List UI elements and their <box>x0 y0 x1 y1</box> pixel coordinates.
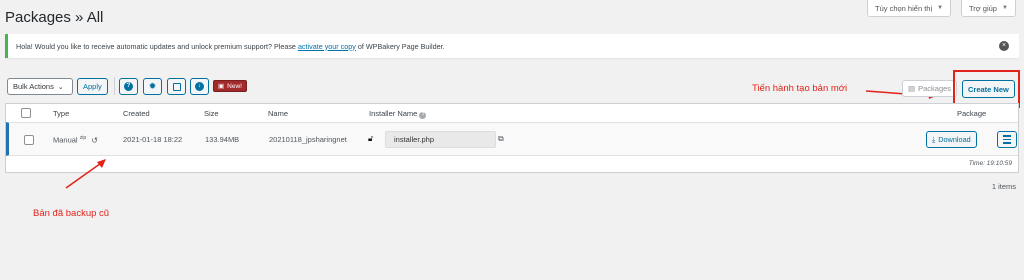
screen-options-label: Tùy chọn hiển thị <box>875 3 933 13</box>
row-menu-button[interactable] <box>997 131 1017 148</box>
apply-button[interactable]: Apply <box>77 78 108 95</box>
templates-icon-button[interactable] <box>167 78 186 95</box>
items-count: 1 items <box>991 182 1016 191</box>
packages-tab-label: Packages <box>918 84 952 93</box>
table-time: Time: 19:10:59 <box>968 160 1012 167</box>
column-installer-name: Installer Name ? <box>369 109 427 119</box>
notice-text-after: of WPBakery Page Builder. <box>357 41 445 51</box>
undo-icon: ↺ <box>91 135 98 145</box>
gift-icon: ▣ <box>218 83 225 90</box>
create-new-annotation: Tiến hành tạo bản mới <box>752 83 848 94</box>
row-created: 2021-01-18 18:22 <box>123 135 183 144</box>
download-label: Download <box>938 135 971 144</box>
download-icon: ⤓ <box>932 134 936 144</box>
packages-tab-button[interactable]: ▤ Packages <box>902 80 958 97</box>
list-icon: ▤ <box>908 84 916 93</box>
row-type: Manual zip ↺ <box>53 135 98 145</box>
download-button[interactable]: ⤓ Download <box>926 131 977 148</box>
new-badge[interactable]: ▣ New! <box>213 80 247 92</box>
column-type[interactable]: Type <box>53 109 69 118</box>
row-name: 20210118_jpsharingnet <box>269 135 347 144</box>
new-badge-label: New! <box>227 82 242 90</box>
table-row: Manual zip ↺ 2021-01-18 18:22 133.94MB 2… <box>6 122 1018 156</box>
bulk-actions-select[interactable]: Bulk Actions ⌄ <box>7 78 73 95</box>
gear-icon: ✹ <box>148 81 157 91</box>
help-label: Trợ giúp <box>969 3 997 13</box>
row-type-label: Manual <box>53 135 78 145</box>
packages-table: Type Created Size Name Installer Name ? … <box>5 103 1019 173</box>
info-icon[interactable]: ? <box>419 112 427 119</box>
help-icon-button[interactable]: ? <box>119 78 138 95</box>
toolbar-divider <box>114 77 115 95</box>
select-all-checkbox[interactable] <box>21 108 31 118</box>
lock-icon[interactable]: 🔓︎ <box>368 134 373 144</box>
notice-text-before: Hola! Would you like to receive automati… <box>16 41 296 51</box>
page-title: Packages » All <box>5 9 104 26</box>
copy-icon <box>172 82 181 91</box>
column-name[interactable]: Name <box>268 109 288 118</box>
column-size[interactable]: Size <box>204 109 219 118</box>
column-package: Package <box>957 109 987 118</box>
dismiss-icon[interactable]: × <box>999 41 1009 51</box>
caret-down-icon: ▼ <box>1001 5 1008 11</box>
download-circle-icon: ↓ <box>195 82 204 91</box>
column-created[interactable]: Created <box>123 109 150 118</box>
annotation-arrow-up <box>65 159 106 189</box>
row-size: 133.94MB <box>205 135 240 144</box>
chevron-down-icon: ⌄ <box>57 83 64 91</box>
menu-line <box>1003 135 1011 137</box>
help-button[interactable]: Trợ giúp ▼ <box>961 0 1016 17</box>
installer-name-label: Installer Name <box>369 109 418 118</box>
copy-icon[interactable]: ⧉ <box>498 134 504 144</box>
row-type-sup: zip <box>79 135 87 141</box>
caret-down-icon: ▼ <box>937 5 944 11</box>
menu-line <box>1003 142 1011 144</box>
download-icon-button[interactable]: ↓ <box>190 78 209 95</box>
settings-icon-button[interactable]: ✹ <box>143 78 162 95</box>
activate-link[interactable]: activate your copy <box>298 42 356 51</box>
bulk-actions-label: Bulk Actions <box>13 82 54 91</box>
row-checkbox[interactable] <box>24 135 34 145</box>
premium-notice: Hola! Would you like to receive automati… <box>5 34 1019 58</box>
screen-options-button[interactable]: Tùy chọn hiển thị ▼ <box>867 0 952 17</box>
question-icon: ? <box>124 82 133 91</box>
backup-annotation: Bản đã backup cũ <box>33 208 110 219</box>
menu-line <box>1003 138 1011 141</box>
installer-name-field[interactable]: installer.php <box>385 131 496 148</box>
